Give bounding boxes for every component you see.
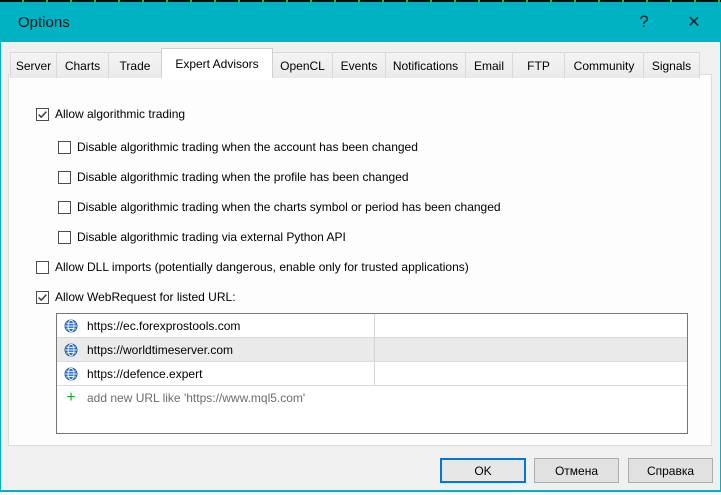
url-row-empty-cell — [375, 338, 687, 361]
allow-dll-imports-potentially-checkbox[interactable] — [36, 261, 49, 274]
tab-signals[interactable]: Signals — [643, 52, 700, 78]
disable-algorithmic-trading-via-checkbox[interactable] — [58, 231, 71, 244]
checkbox-row-allow-algorithmic-trading: Allow algorithmic trading — [36, 104, 185, 124]
allow-algorithmic-trading-checkbox[interactable] — [36, 108, 49, 121]
tab-community[interactable]: Community — [564, 52, 644, 78]
allow-webrequest-for-listed-checkbox[interactable] — [36, 291, 49, 304]
url-list-row[interactable]: https://ec.forexprostools.com — [57, 314, 687, 338]
tab-ftp[interactable]: FTP — [512, 52, 565, 78]
plus-icon: + — [64, 391, 78, 405]
url-cell: https://ec.forexprostools.com — [57, 314, 375, 337]
tab-server[interactable]: Server — [10, 52, 57, 78]
checkbox-row-allow-dll-imports-potentially: Allow DLL imports (potentially dangerous… — [36, 257, 469, 277]
checkbox-label: Disable algorithmic trading when the pro… — [77, 170, 409, 184]
tab-charts[interactable]: Charts — [56, 52, 109, 78]
checkbox-label: Allow DLL imports (potentially dangerous… — [55, 260, 469, 274]
disable-algorithmic-trading-when-checkbox[interactable] — [58, 201, 71, 214]
tab-notifications[interactable]: Notifications — [385, 52, 466, 78]
checkbox-label: Allow algorithmic trading — [55, 107, 185, 121]
checkbox-label: Disable algorithmic trading when the acc… — [77, 140, 418, 154]
url-row-empty-cell — [375, 362, 687, 385]
url-row-empty-cell — [375, 314, 687, 337]
url-text: https://defence.expert — [87, 367, 202, 381]
help-titlebar-button[interactable]: ? — [627, 2, 661, 42]
ok-button[interactable]: OK — [440, 458, 526, 483]
url-cell: https://worldtimeserver.com — [57, 338, 375, 361]
checkbox-row-disable-algorithmic-trading-when: Disable algorithmic trading when the pro… — [58, 167, 409, 187]
tab-trade[interactable]: Trade — [108, 52, 162, 78]
tab-opencl[interactable]: OpenCL — [272, 52, 333, 78]
add-new-url-row[interactable]: + add new URL like 'https://www.mql5.com' — [57, 386, 687, 410]
close-icon[interactable]: ✕ — [677, 2, 711, 42]
tab-email[interactable]: Email — [465, 52, 513, 78]
title-bar: Options ? ✕ — [0, 2, 721, 42]
checkbox-label: Disable algorithmic trading via external… — [77, 230, 346, 244]
checkbox-row-disable-algorithmic-trading-via: Disable algorithmic trading via external… — [58, 227, 346, 247]
tab-expert-advisors[interactable]: Expert Advisors — [161, 48, 273, 78]
globe-icon — [64, 343, 78, 357]
disable-algorithmic-trading-when-checkbox[interactable] — [58, 141, 71, 154]
checkbox-label: Disable algorithmic trading when the cha… — [77, 200, 501, 214]
url-list-row[interactable]: https://defence.expert — [57, 362, 687, 386]
url-cell: https://defence.expert — [57, 362, 375, 385]
tab-events[interactable]: Events — [332, 52, 386, 78]
checkbox-label: Allow WebRequest for listed URL: — [55, 290, 236, 304]
checkbox-row-disable-algorithmic-trading-when: Disable algorithmic trading when the acc… — [58, 137, 418, 157]
window-title: Options — [18, 14, 70, 31]
cancel-button[interactable]: Отмена — [534, 458, 619, 483]
webrequest-url-list: https://ec.forexprostools.com https://wor… — [56, 313, 688, 434]
url-text: https://worldtimeserver.com — [87, 343, 233, 357]
globe-icon — [64, 367, 78, 381]
url-list-row[interactable]: https://worldtimeserver.com — [57, 338, 687, 362]
help-button[interactable]: Справка — [628, 458, 713, 483]
checkbox-row-disable-algorithmic-trading-when: Disable algorithmic trading when the cha… — [58, 197, 501, 217]
disable-algorithmic-trading-when-checkbox[interactable] — [58, 171, 71, 184]
tab-bar: ServerChartsTradeExpert AdvisorsOpenCLEv… — [10, 48, 699, 78]
add-new-url-hint: add new URL like 'https://www.mql5.com' — [87, 391, 305, 405]
expert-advisors-tab-page: Allow algorithmic trading Disable algorit… — [8, 74, 712, 446]
globe-icon — [64, 319, 78, 333]
checkbox-row-allow-webrequest-for-listed: Allow WebRequest for listed URL: — [36, 287, 236, 307]
url-text: https://ec.forexprostools.com — [87, 319, 240, 333]
